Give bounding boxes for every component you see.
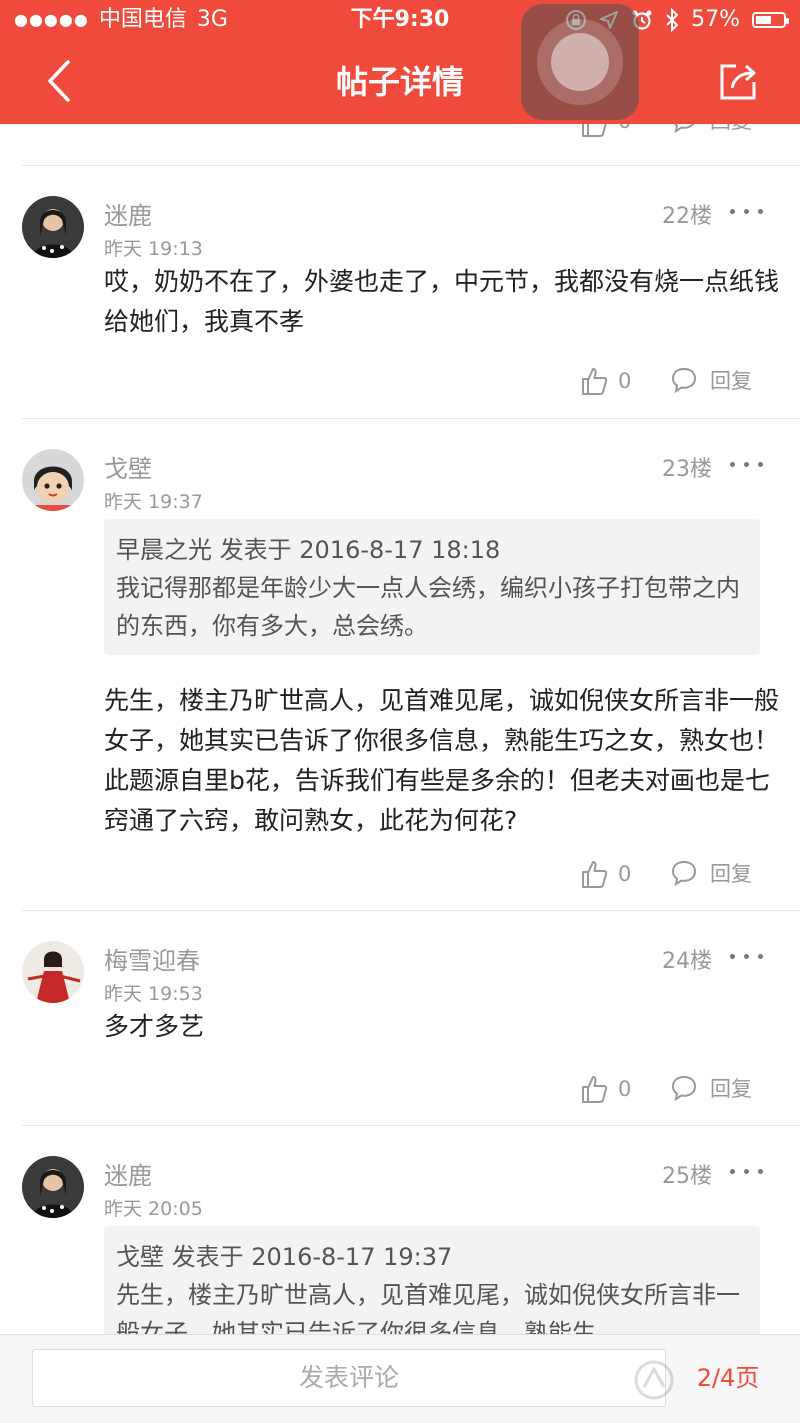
divider <box>22 418 800 419</box>
comment-text: 先生，楼主乃旷世高人，见首难见尾，诚如倪侠女所言非一般女子，她其实已告诉了你很多… <box>104 686 780 835</box>
divider <box>22 910 800 911</box>
like-count: 0 <box>618 124 631 136</box>
divider <box>22 1125 800 1126</box>
avatar[interactable] <box>22 449 84 511</box>
reply-icon[interactable] <box>670 1074 698 1102</box>
avatar[interactable] <box>22 1156 84 1218</box>
battery-icon <box>752 12 789 28</box>
reply-icon[interactable] <box>670 366 698 394</box>
more-options-icon[interactable] <box>730 951 764 961</box>
page-title: 帖子详情 <box>335 63 464 101</box>
username[interactable]: 梅雪迎春 <box>104 941 200 976</box>
comment-actions: 0 回复 <box>0 1074 800 1108</box>
top-bar: ●●●●● 中国电信 3G 下午9:30 57% 帖子详情 <box>0 0 800 124</box>
page-indicator[interactable]: 2/4页 <box>688 1349 768 1407</box>
prev-post-actions: 0 回复 <box>0 124 800 140</box>
like-count: 0 <box>618 369 632 393</box>
like-icon[interactable] <box>580 859 608 889</box>
like-icon[interactable] <box>580 366 608 396</box>
comment-text: 哎，奶奶不在了，外婆也走了，中元节，我都没有烧一点纸钱给她们，我真不孝 <box>104 267 780 336</box>
comment-text: 多才多艺 <box>104 1012 205 1041</box>
comment-actions: 0 回复 <box>0 366 800 400</box>
username[interactable]: 迷鹿 <box>104 1156 152 1191</box>
quote-header: 戈壁 发表于 2016-8-17 19:37 <box>116 1243 453 1271</box>
reply-icon[interactable] <box>670 859 698 887</box>
quoted-comment[interactable]: 早晨之光 发表于 2016-8-17 18:18 我记得那都是年龄少大一点人会绣… <box>104 519 760 655</box>
quote-text: 先生，楼主乃旷世高人，见首难见尾，诚如倪侠女所言非一般女子，她其实已告诉了你很多… <box>116 1281 740 1334</box>
like-count: 0 <box>618 862 632 886</box>
floor-number: 24楼 <box>662 949 712 974</box>
quoted-comment[interactable]: 戈壁 发表于 2016-8-17 19:37 先生，楼主乃旷世高人，见首难见尾，… <box>104 1226 760 1334</box>
battery-fill <box>756 16 771 24</box>
battery-percentage: 57% <box>691 7 740 32</box>
comment-feed[interactable]: 0 回复 迷鹿 昨天 19:13 22楼 哎，奶奶不在了，外婆也走了，中元节，我… <box>0 124 800 1334</box>
username[interactable]: 戈壁 <box>104 449 152 484</box>
quote-text: 我记得那都是年龄少大一点人会绣，编织小孩子打包带之内的东西，你有多大，总会绣。 <box>116 574 740 640</box>
quote-header: 早晨之光 发表于 2016-8-17 18:18 <box>116 536 501 564</box>
like-count: 0 <box>618 1077 632 1101</box>
floor-number: 22楼 <box>662 204 712 229</box>
floor-number: 25楼 <box>662 1164 712 1189</box>
more-options-icon[interactable] <box>730 459 764 469</box>
floor-number: 23楼 <box>662 457 712 482</box>
reply-button[interactable]: 回复 <box>710 124 752 136</box>
avatar[interactable] <box>22 196 84 258</box>
post-time: 昨天 19:53 <box>104 983 203 1005</box>
more-options-icon[interactable] <box>730 1166 764 1176</box>
status-bar: ●●●●● 中国电信 3G 下午9:30 57% <box>0 0 800 40</box>
comment-input[interactable]: 发表评论 <box>32 1349 666 1407</box>
avatar[interactable] <box>22 941 84 1003</box>
bottom-bar: 发表评论 2/4页 <box>0 1334 800 1423</box>
username[interactable]: 迷鹿 <box>104 196 152 231</box>
bluetooth-icon <box>666 8 679 32</box>
post-time: 昨天 19:13 <box>104 238 203 260</box>
post-time: 昨天 20:05 <box>104 1198 203 1220</box>
reply-button[interactable]: 回复 <box>710 366 752 396</box>
share-icon[interactable] <box>716 58 760 102</box>
reply-button[interactable]: 回复 <box>710 1074 752 1104</box>
like-icon[interactable] <box>580 124 608 138</box>
post-time: 昨天 19:37 <box>104 491 203 513</box>
navigation-bar: 帖子详情 <box>0 40 800 124</box>
divider <box>22 165 800 166</box>
comment-actions: 0 回复 <box>0 859 800 893</box>
assistive-touch-button[interactable] <box>521 4 639 120</box>
reply-icon[interactable] <box>670 124 698 134</box>
assistive-touch-core <box>551 33 609 91</box>
more-options-icon[interactable] <box>730 206 764 216</box>
reply-button[interactable]: 回复 <box>710 859 752 889</box>
like-icon[interactable] <box>580 1074 608 1104</box>
